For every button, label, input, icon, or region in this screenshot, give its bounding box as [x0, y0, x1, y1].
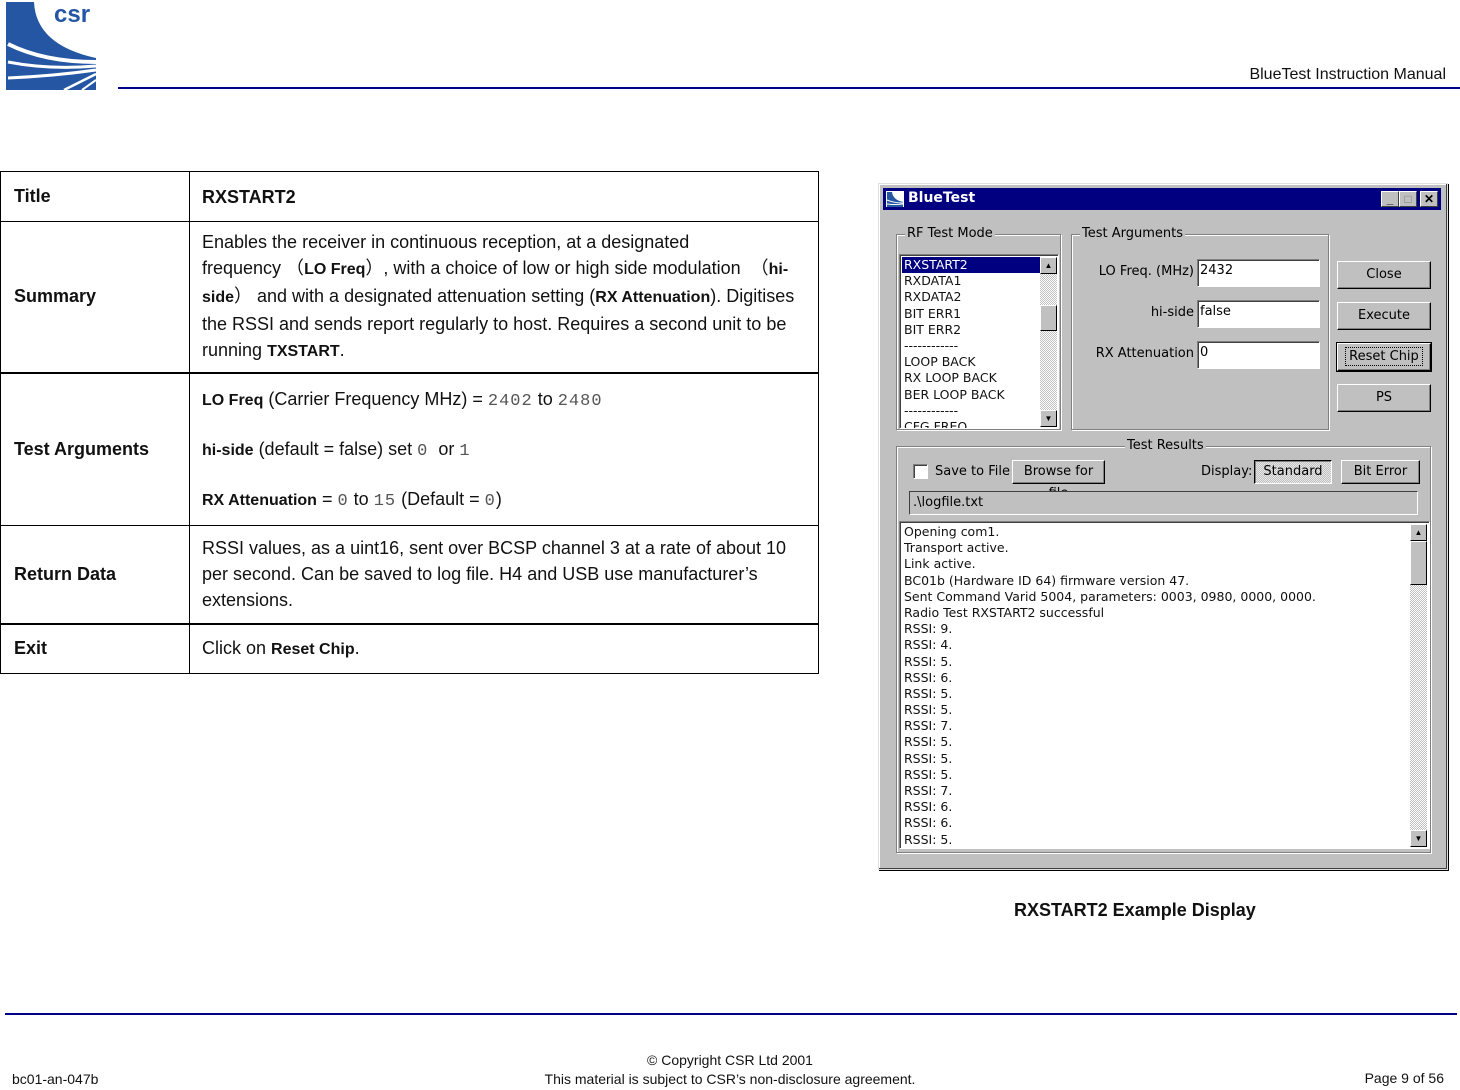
bluetest-window: BlueTest _ □ ✕ RF Test Mode RXSTART2 RXDA…	[878, 183, 1448, 870]
log-line: RSSI: 5.	[904, 766, 953, 782]
figure-caption: RXSTART2 Example Display	[1014, 900, 1256, 920]
log-line: RSSI: 7.	[904, 718, 953, 734]
row-label: Summary	[0, 221, 190, 373]
scroll-down-icon[interactable]: ▼	[1410, 830, 1427, 847]
title-bar[interactable]: BlueTest _ □ ✕	[883, 188, 1441, 210]
log-line: Opening com1.	[904, 524, 1000, 539]
table-row-title: Title RXSTART2	[0, 171, 819, 222]
log-line: RSSI: 5.	[904, 685, 953, 701]
scroll-up-icon[interactable]: ▲	[1410, 524, 1427, 541]
log-line: RSSI: 9.	[904, 621, 953, 637]
arg-hi-side: hi-side (default = false) set 0 or 1	[202, 439, 471, 462]
logo-text: csr	[54, 1, 90, 28]
test-results-label: Test Results	[1125, 438, 1206, 453]
arg-lo-freq: LO Freq (Carrier Frequency MHz) = 2402 t…	[202, 389, 603, 412]
table-row-summary: Summary Enables the receiver in continuo…	[0, 221, 819, 373]
log-line: BC01b (Hardware ID 64) firmware version …	[904, 572, 1190, 588]
maximize-button[interactable]: □	[1399, 191, 1417, 207]
footer-copyright: © Copyright CSR Ltd 2001 This material i…	[0, 1051, 1460, 1089]
standard-display-button[interactable]: Standard	[1254, 460, 1332, 484]
lo-freq-input[interactable]: 2432	[1197, 259, 1320, 287]
rf-test-mode-item[interactable]: RXSTART2	[902, 257, 1040, 274]
log-line: Radio Test RXSTART2 successful	[904, 604, 1105, 620]
summary-value: Enables the receiver in continuous recep…	[189, 221, 819, 373]
rf-test-mode-item[interactable]: BIT ERR1	[902, 306, 1040, 322]
log-line: Transport active.	[904, 540, 1009, 556]
arg-rx-attenuation: RX Attenuation = 0 to 15 (Default = 0)	[202, 489, 502, 512]
log-line: RSSI: 7.	[904, 783, 953, 798]
log-output[interactable]: Opening com1. Transport active. Link activ…	[899, 521, 1430, 849]
row-label: Return Data	[0, 525, 190, 624]
page-number: Page 9 of 56	[1364, 1070, 1444, 1086]
save-to-file-checkbox[interactable]	[913, 464, 928, 479]
title-value: RXSTART2	[189, 171, 819, 222]
test-arguments-label: Test Arguments	[1080, 226, 1186, 241]
ps-button[interactable]: PS	[1337, 384, 1431, 412]
log-line: RSSI: 5.	[904, 750, 953, 766]
table-row-return-data: Return Data RSSI values, as a uint16, se…	[0, 525, 819, 624]
copyright-text: © Copyright CSR Ltd 2001	[647, 1052, 813, 1068]
scroll-thumb[interactable]	[1410, 541, 1427, 585]
log-line: RSSI: 6.	[904, 669, 953, 685]
rx-attenuation-label: RX Attenuation	[1095, 346, 1194, 361]
close-window-button[interactable]: ✕	[1420, 191, 1438, 207]
reset-chip-button[interactable]: Reset Chip	[1336, 342, 1432, 372]
nda-text: This material is subject to CSR’s non-di…	[544, 1071, 916, 1087]
bit-error-display-button[interactable]: Bit Error	[1341, 460, 1420, 484]
log-line: RSSI: 5.	[904, 653, 953, 669]
window-title: BlueTest	[908, 190, 976, 206]
rf-test-mode-label: RF Test Mode	[905, 226, 995, 241]
log-path-field[interactable]: .\logfile.txt	[909, 491, 1418, 515]
row-label: Test Arguments	[0, 371, 190, 526]
lo-freq-label: LO Freq. (MHz)	[1098, 264, 1194, 279]
close-button[interactable]: Close	[1337, 261, 1431, 289]
table-row-exit: Exit Click on Reset Chip.	[0, 622, 819, 674]
rx-attenuation-input[interactable]: 0	[1197, 341, 1320, 369]
row-label: Exit	[0, 622, 190, 674]
log-line: RSSI: 5.	[904, 831, 953, 847]
rf-test-mode-item[interactable]: LOOP BACK	[902, 354, 1040, 370]
footer-rule	[5, 1013, 1457, 1015]
rf-test-mode-item[interactable]: BIT ERR2	[902, 322, 1040, 338]
rf-test-mode-item[interactable]: BER LOOP BACK	[902, 387, 1040, 403]
execute-button[interactable]: Execute	[1337, 302, 1431, 330]
rf-test-mode-item[interactable]: CFG FREQ	[902, 419, 1040, 428]
rf-test-mode-item[interactable]: ------------	[902, 403, 1040, 419]
rf-test-mode-item[interactable]: RX LOOP BACK	[902, 370, 1040, 386]
minimize-button[interactable]: _	[1381, 191, 1399, 207]
rf-test-mode-item[interactable]: ------------	[902, 338, 1040, 354]
log-line: RSSI: 6.	[904, 799, 953, 815]
browse-for-file-button[interactable]: Browse for file	[1012, 460, 1105, 501]
rf-test-mode-item[interactable]: RXDATA2	[902, 289, 1040, 305]
scroll-up-icon[interactable]: ▲	[1040, 257, 1057, 274]
log-line: RSSI: 5.	[904, 702, 953, 718]
scroll-thumb[interactable]	[1040, 305, 1057, 331]
csr-logo: csr	[4, 0, 100, 90]
rf-test-mode-list[interactable]: RXSTART2 RXDATA1 RXDATA2 BIT ERR1 BIT ERR2 --…	[899, 254, 1059, 429]
exit-value: Click on Reset Chip.	[189, 622, 819, 674]
scroll-down-icon[interactable]: ▼	[1040, 410, 1057, 427]
test-arguments-value: LO Freq (Carrier Frequency MHz) = 2402 t…	[189, 371, 819, 526]
row-label: Title	[0, 171, 190, 222]
display-label: Display:	[1201, 464, 1253, 479]
log-line: RSSI: 4.	[904, 637, 953, 653]
header-rule	[118, 87, 1460, 89]
rf-test-mode-item[interactable]: RXDATA1	[902, 273, 1040, 289]
log-line: Sent Command Varid 5004, parameters: 000…	[904, 588, 1316, 604]
save-to-file-label[interactable]: Save to File	[935, 464, 1010, 479]
app-icon	[886, 191, 904, 207]
table-row-test-arguments: Test Arguments LO Freq (Carrier Frequenc…	[0, 371, 819, 526]
spec-table: Title RXSTART2 Summary Enables the recei…	[0, 171, 819, 674]
log-line: RSSI: 5.	[904, 734, 953, 750]
list-scrollbar[interactable]: ▲ ▼	[1040, 257, 1057, 427]
log-line: Link active.	[904, 556, 976, 572]
hi-side-label: hi-side	[1150, 305, 1194, 320]
manual-title: BlueTest Instruction Manual	[1249, 66, 1446, 83]
log-line: RSSI: 6.	[904, 815, 953, 831]
log-scrollbar[interactable]: ▲ ▼	[1410, 524, 1427, 847]
hi-side-input[interactable]: false	[1197, 300, 1320, 328]
document-id: bc01-an-047b	[12, 1071, 99, 1087]
return-data-value: RSSI values, as a uint16, sent over BCSP…	[189, 525, 819, 624]
